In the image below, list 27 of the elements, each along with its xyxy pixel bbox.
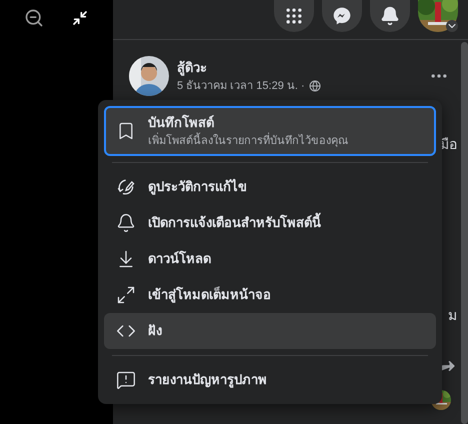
menu-item-label: บันทึกโพสต์: [148, 114, 215, 132]
bell-icon: [116, 213, 136, 233]
menu-item[interactable]: เข้าสู่โหมดเต็มหน้าจอ: [104, 277, 436, 313]
author-name[interactable]: สู้ดิวะ: [177, 58, 421, 78]
menu-item[interactable]: ดูประวัติการแก้ไข: [104, 169, 436, 205]
menu-item[interactable]: รายงานปัญหารูปภาพ: [104, 362, 436, 398]
menu-item[interactable]: ดาวน์โหลด: [104, 241, 436, 277]
menu-item[interactable]: ฝัง: [104, 313, 436, 349]
scrollbar[interactable]: [461, 42, 468, 424]
messenger-button[interactable]: [322, 0, 362, 32]
post-time[interactable]: 5 ธันวาคม เวลา 15:29 น. ·: [177, 78, 305, 94]
apps-button[interactable]: [274, 0, 314, 32]
exit-fullscreen-icon[interactable]: [72, 10, 88, 26]
bell-icon: [380, 6, 400, 26]
post-text: ม: [448, 306, 457, 325]
messenger-icon: [332, 6, 352, 26]
menu-item-description: เพิ่มโพสต์นี้ลงในรายการที่บันทึกไว้ของคุณ: [148, 132, 348, 149]
fullscreen-icon: [116, 285, 136, 305]
grid-icon: [284, 6, 304, 26]
menu-item[interactable]: บันทึกโพสต์ เพิ่มโพสต์นี้ลงในรายการที่บันทึกไว้ของคุณ: [104, 106, 436, 156]
account-menu-icon[interactable]: [446, 20, 458, 32]
zoom-out-icon[interactable]: [24, 8, 44, 28]
notifications-button[interactable]: [370, 0, 410, 32]
edit-history-icon: [116, 177, 136, 197]
menu-item[interactable]: เปิดการแจ้งเตือนสำหรับโพสต์นี้: [104, 205, 436, 241]
report-icon: [116, 370, 136, 390]
globe-icon: [308, 80, 321, 92]
